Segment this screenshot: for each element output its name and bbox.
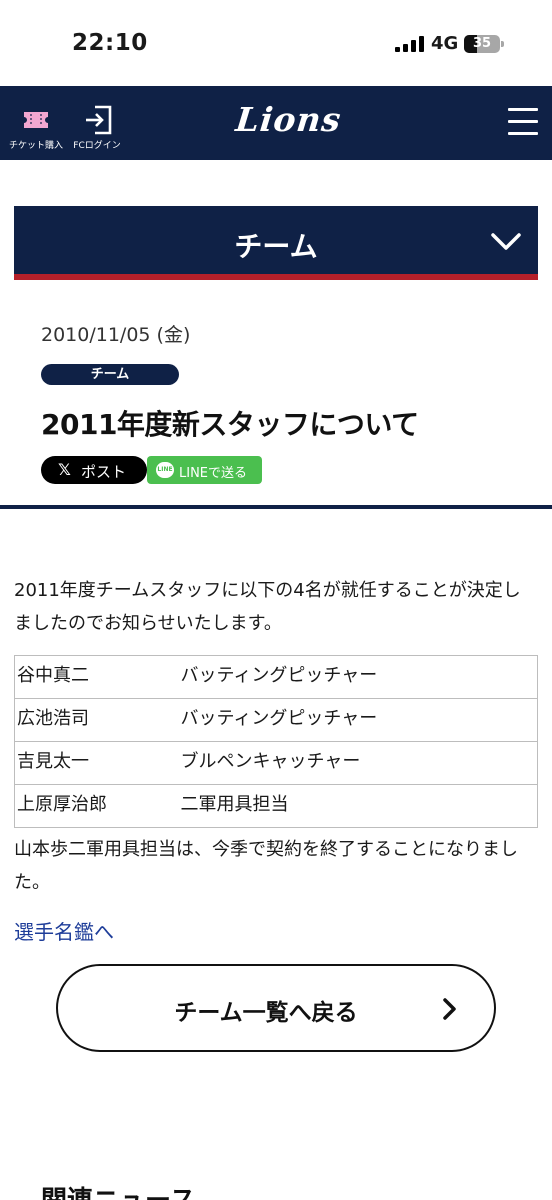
staff-name: 谷中真二	[14, 655, 177, 699]
line-share-label: LINEで送る	[179, 466, 248, 481]
x-share-button[interactable]: 𝕏 ポスト	[41, 456, 147, 484]
network-type: 4G	[431, 33, 459, 54]
staff-table: 谷中真二 バッティングピッチャー 広池浩司 バッティングピッチャー 吉見太一 ブ…	[14, 655, 538, 828]
fc-login-button[interactable]: FCログイン	[72, 86, 122, 160]
section-divider	[0, 505, 552, 509]
ticket-icon	[24, 112, 48, 128]
chevron-right-icon	[443, 998, 456, 1020]
x-icon: 𝕏	[58, 460, 71, 479]
hamburger-menu-icon[interactable]	[508, 108, 538, 136]
staff-role: バッティングピッチャー	[176, 698, 538, 742]
category-title: チーム	[234, 230, 318, 263]
back-to-team-list-button[interactable]: チーム一覧へ戻る	[56, 964, 496, 1052]
line-icon: LINE	[156, 462, 174, 478]
article-title: 2011年度新スタッフについて	[41, 408, 419, 441]
related-news-heading: 関連ニュース	[41, 1180, 196, 1200]
category-dropdown[interactable]: チーム	[14, 206, 538, 280]
staff-role: ブルペンキャッチャー	[176, 741, 538, 785]
x-share-label: ポスト	[81, 463, 127, 481]
article-outro: 山本歩二軍用具担当は、今季で契約を終了することになりました。	[14, 839, 518, 893]
status-bar: 22:10 4G 35	[0, 0, 552, 86]
line-share-button[interactable]: LINE LINEで送る	[147, 456, 262, 484]
ticket-label: チケット購入	[8, 141, 63, 151]
staff-name: 広池浩司	[14, 698, 177, 742]
article-intro: 2011年度チームスタッフに以下の4名が就任することが決定しましたのでお知らせい…	[14, 580, 521, 634]
category-tag[interactable]: チーム	[41, 364, 179, 385]
staff-role: バッティングピッチャー	[176, 655, 538, 699]
site-header: チケット購入 FCログイン Lions	[0, 86, 552, 160]
staff-role: 二軍用具担当	[176, 784, 538, 828]
chevron-down-icon	[491, 233, 521, 250]
battery-nub	[501, 41, 504, 47]
ticket-purchase-button[interactable]: チケット購入	[8, 86, 64, 160]
article-date: 2010/11/05 (金)	[41, 324, 191, 346]
table-row: 谷中真二 バッティングピッチャー	[14, 655, 538, 699]
battery-icon: 35	[464, 35, 500, 53]
back-button-label: チーム一覧へ戻る	[174, 1000, 358, 1026]
staff-name: 吉見太一	[14, 741, 177, 785]
roster-link[interactable]: 選手名鑑へ	[14, 916, 114, 945]
signal-icon	[395, 36, 425, 52]
status-time: 22:10	[72, 30, 148, 56]
fc-login-label: FCログイン	[73, 141, 121, 151]
login-icon	[86, 105, 112, 135]
staff-name: 上原厚治郎	[14, 784, 177, 828]
table-row: 上原厚治郎 二軍用具担当	[14, 784, 538, 828]
table-row: 広池浩司 バッティングピッチャー	[14, 698, 538, 742]
table-row: 吉見太一 ブルペンキャッチャー	[14, 741, 538, 785]
lions-logo[interactable]: Lions	[234, 100, 343, 139]
battery-level: 35	[472, 36, 492, 51]
